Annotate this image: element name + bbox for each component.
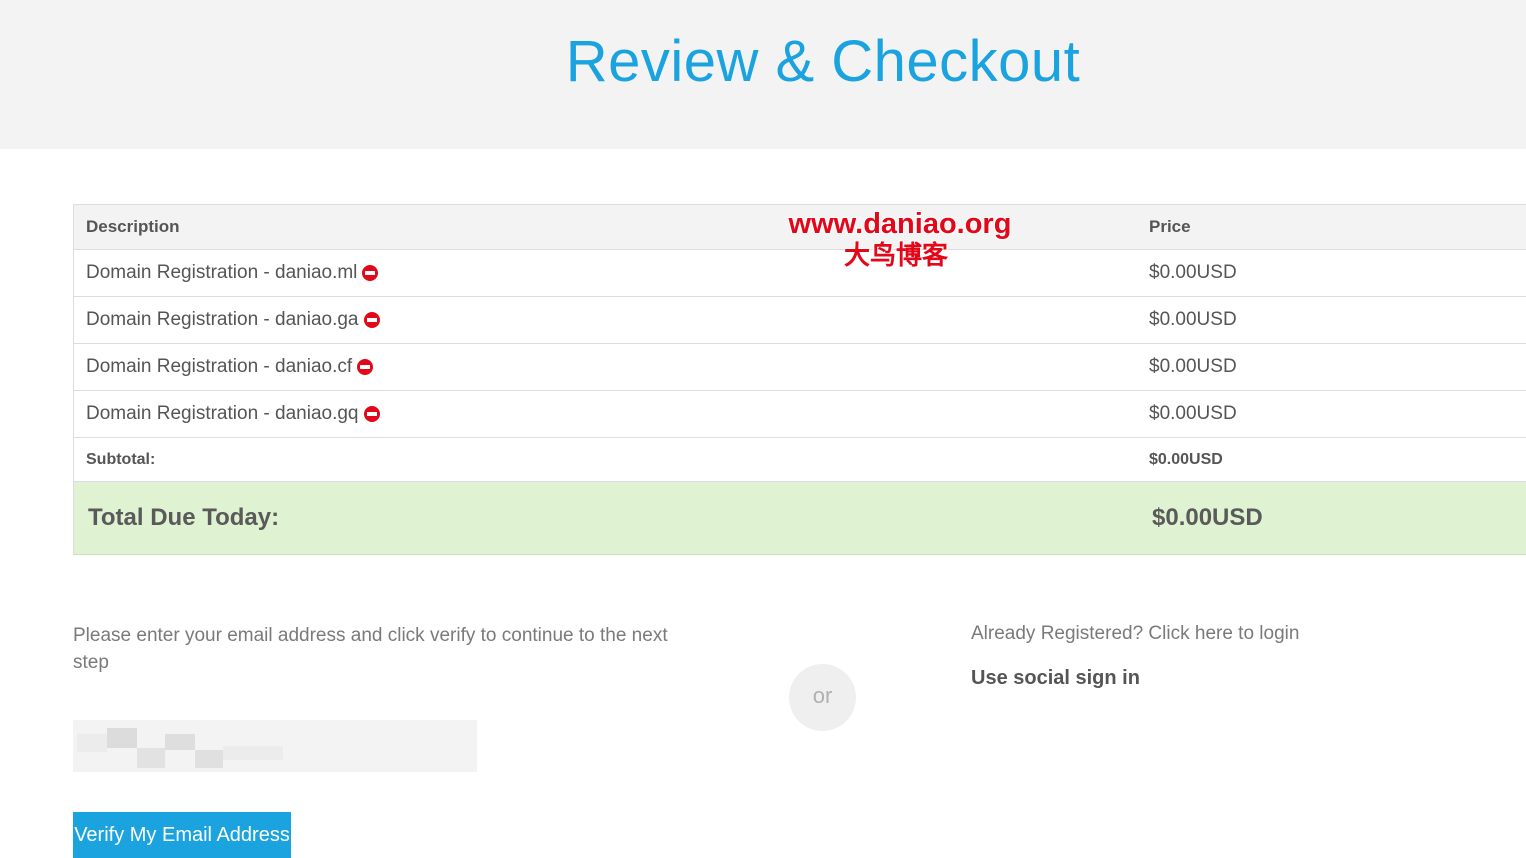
table-row: Domain Registration - daniao.cf $0.00USD	[74, 344, 1526, 391]
blurred-text	[165, 734, 195, 750]
order-summary-table: Description Price Domain Registration - …	[73, 204, 1526, 555]
item-price: $0.00USD	[1149, 403, 1237, 424]
column-header-description: Description	[86, 217, 180, 236]
email-field[interactable]	[73, 720, 477, 772]
subtotal-value: $0.00USD	[1149, 450, 1223, 468]
table-row: Domain Registration - daniao.ga $0.00USD	[74, 297, 1526, 344]
blurred-text	[107, 728, 137, 748]
table-row: Domain Registration - daniao.ml $0.00USD	[74, 250, 1526, 297]
page-title: Review & Checkout	[565, 29, 1081, 94]
item-description: Domain Registration - daniao.gq	[86, 403, 359, 424]
total-due-row: Total Due Today: $0.00USD	[74, 482, 1526, 555]
remove-circle-icon[interactable]	[363, 406, 380, 422]
subtotal-label: Subtotal:	[86, 450, 156, 468]
table-row: Domain Registration - daniao.gq $0.00USD	[74, 391, 1526, 438]
email-prompt-text: Please enter your email address and clic…	[73, 625, 668, 673]
remove-circle-icon[interactable]	[362, 265, 379, 281]
total-due-value: $0.00USD	[1152, 504, 1263, 531]
item-price: $0.00USD	[1149, 309, 1237, 330]
item-description: Domain Registration - daniao.cf	[86, 356, 353, 377]
table-header-row: Description Price	[74, 205, 1526, 250]
verify-email-button[interactable]: Verify My Email Address	[73, 812, 291, 858]
remove-circle-icon[interactable]	[363, 312, 380, 328]
item-description: Domain Registration - daniao.ml	[86, 262, 358, 283]
subtotal-row: Subtotal: $0.00USD	[74, 438, 1526, 482]
item-description: Domain Registration - daniao.ga	[86, 309, 359, 330]
column-header-price: Price	[1149, 217, 1191, 236]
blurred-text	[137, 748, 165, 768]
total-due-label: Total Due Today:	[88, 504, 280, 531]
login-link[interactable]: Already Registered? Click here to login	[971, 623, 1299, 645]
item-price: $0.00USD	[1149, 356, 1237, 377]
page-header: Review & Checkout	[0, 0, 1526, 149]
or-divider: or	[789, 664, 856, 731]
blurred-text	[223, 746, 283, 760]
blurred-text	[195, 750, 223, 768]
remove-circle-icon[interactable]	[357, 359, 374, 375]
item-price: $0.00USD	[1149, 262, 1237, 283]
blurred-text	[77, 734, 107, 752]
social-sign-in-label: Use social sign in	[971, 667, 1140, 689]
